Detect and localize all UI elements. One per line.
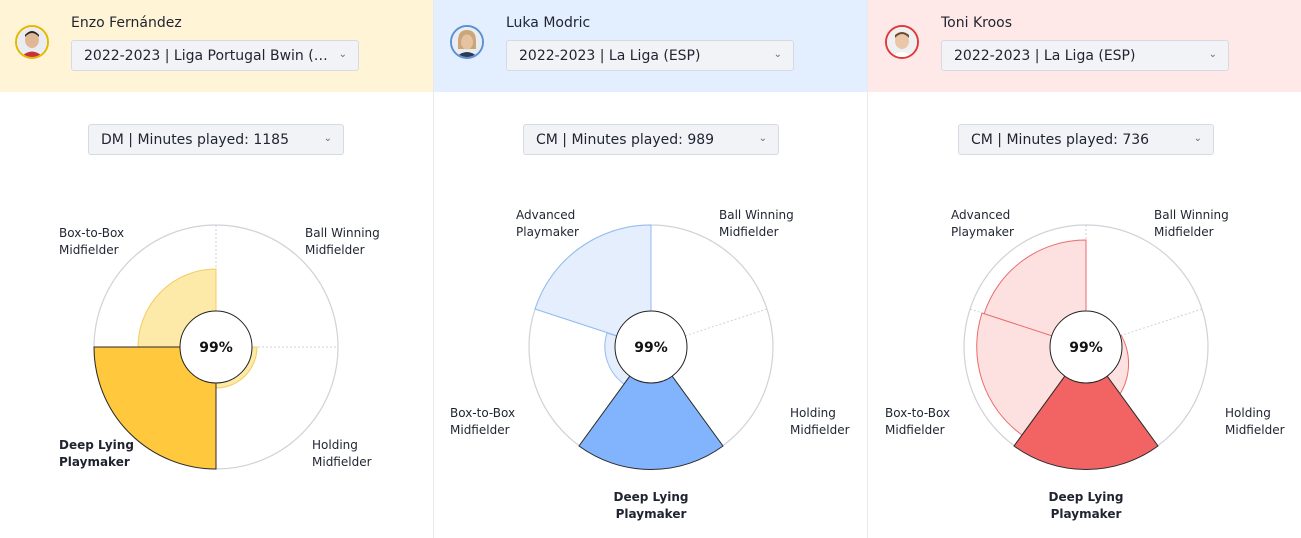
label-bottom-right: Holding	[312, 438, 358, 452]
role-radar-chart: 99% Advanced Playmaker Ball Winning Midf…	[450, 208, 850, 521]
role-radar-chart: 99% Box-to-Box Midfielder Ball Winning M…	[59, 224, 380, 470]
player-column-kroos: Toni Kroos 2022-2023 | La Liga (ESP) ⌄ C…	[868, 0, 1301, 538]
label-bottom: Deep Lying	[614, 490, 689, 504]
label-bottom-left: Box-to-Box	[450, 406, 515, 420]
svg-text:Midfielder: Midfielder	[305, 243, 365, 257]
center-value: 99%	[634, 340, 668, 356]
svg-text:Playmaker: Playmaker	[616, 507, 687, 521]
svg-text:Playmaker: Playmaker	[59, 455, 130, 469]
label-bottom-right: Holding	[790, 406, 836, 420]
svg-text:Midfielder: Midfielder	[59, 243, 119, 257]
label-top-right: Ball Winning	[719, 208, 794, 222]
label-top-left: Advanced	[516, 208, 575, 222]
svg-text:Midfielder: Midfielder	[885, 423, 945, 437]
label-top-left: Box-to-Box	[59, 226, 124, 240]
svg-text:Playmaker: Playmaker	[951, 225, 1014, 239]
label-bottom-left: Box-to-Box	[885, 406, 950, 420]
svg-text:Midfielder: Midfielder	[1154, 225, 1214, 239]
svg-text:Midfielder: Midfielder	[719, 225, 779, 239]
label-top-left: Advanced	[951, 208, 1010, 222]
svg-text:Midfielder: Midfielder	[790, 423, 850, 437]
player-column-enzo: Enzo Fernández 2022-2023 | Liga Portugal…	[0, 0, 434, 538]
label-bottom-left: Deep Lying	[59, 438, 134, 452]
label-bottom-right: Holding	[1225, 406, 1271, 420]
player-column-modric: Luka Modric 2022-2023 | La Liga (ESP) ⌄ …	[434, 0, 868, 538]
svg-text:Midfielder: Midfielder	[312, 455, 372, 469]
svg-text:Playmaker: Playmaker	[1051, 507, 1122, 521]
svg-text:Midfielder: Midfielder	[1225, 423, 1285, 437]
label-bottom: Deep Lying	[1049, 490, 1124, 504]
svg-text:Midfielder: Midfielder	[450, 423, 510, 437]
label-top-right: Ball Winning	[305, 226, 380, 240]
center-value: 99%	[199, 340, 233, 356]
role-radar-chart: 99% Advanced Playmaker Ball Winning Midf…	[885, 208, 1285, 521]
label-top-right: Ball Winning	[1154, 208, 1229, 222]
svg-text:Playmaker: Playmaker	[516, 225, 579, 239]
center-value: 99%	[1069, 340, 1103, 356]
